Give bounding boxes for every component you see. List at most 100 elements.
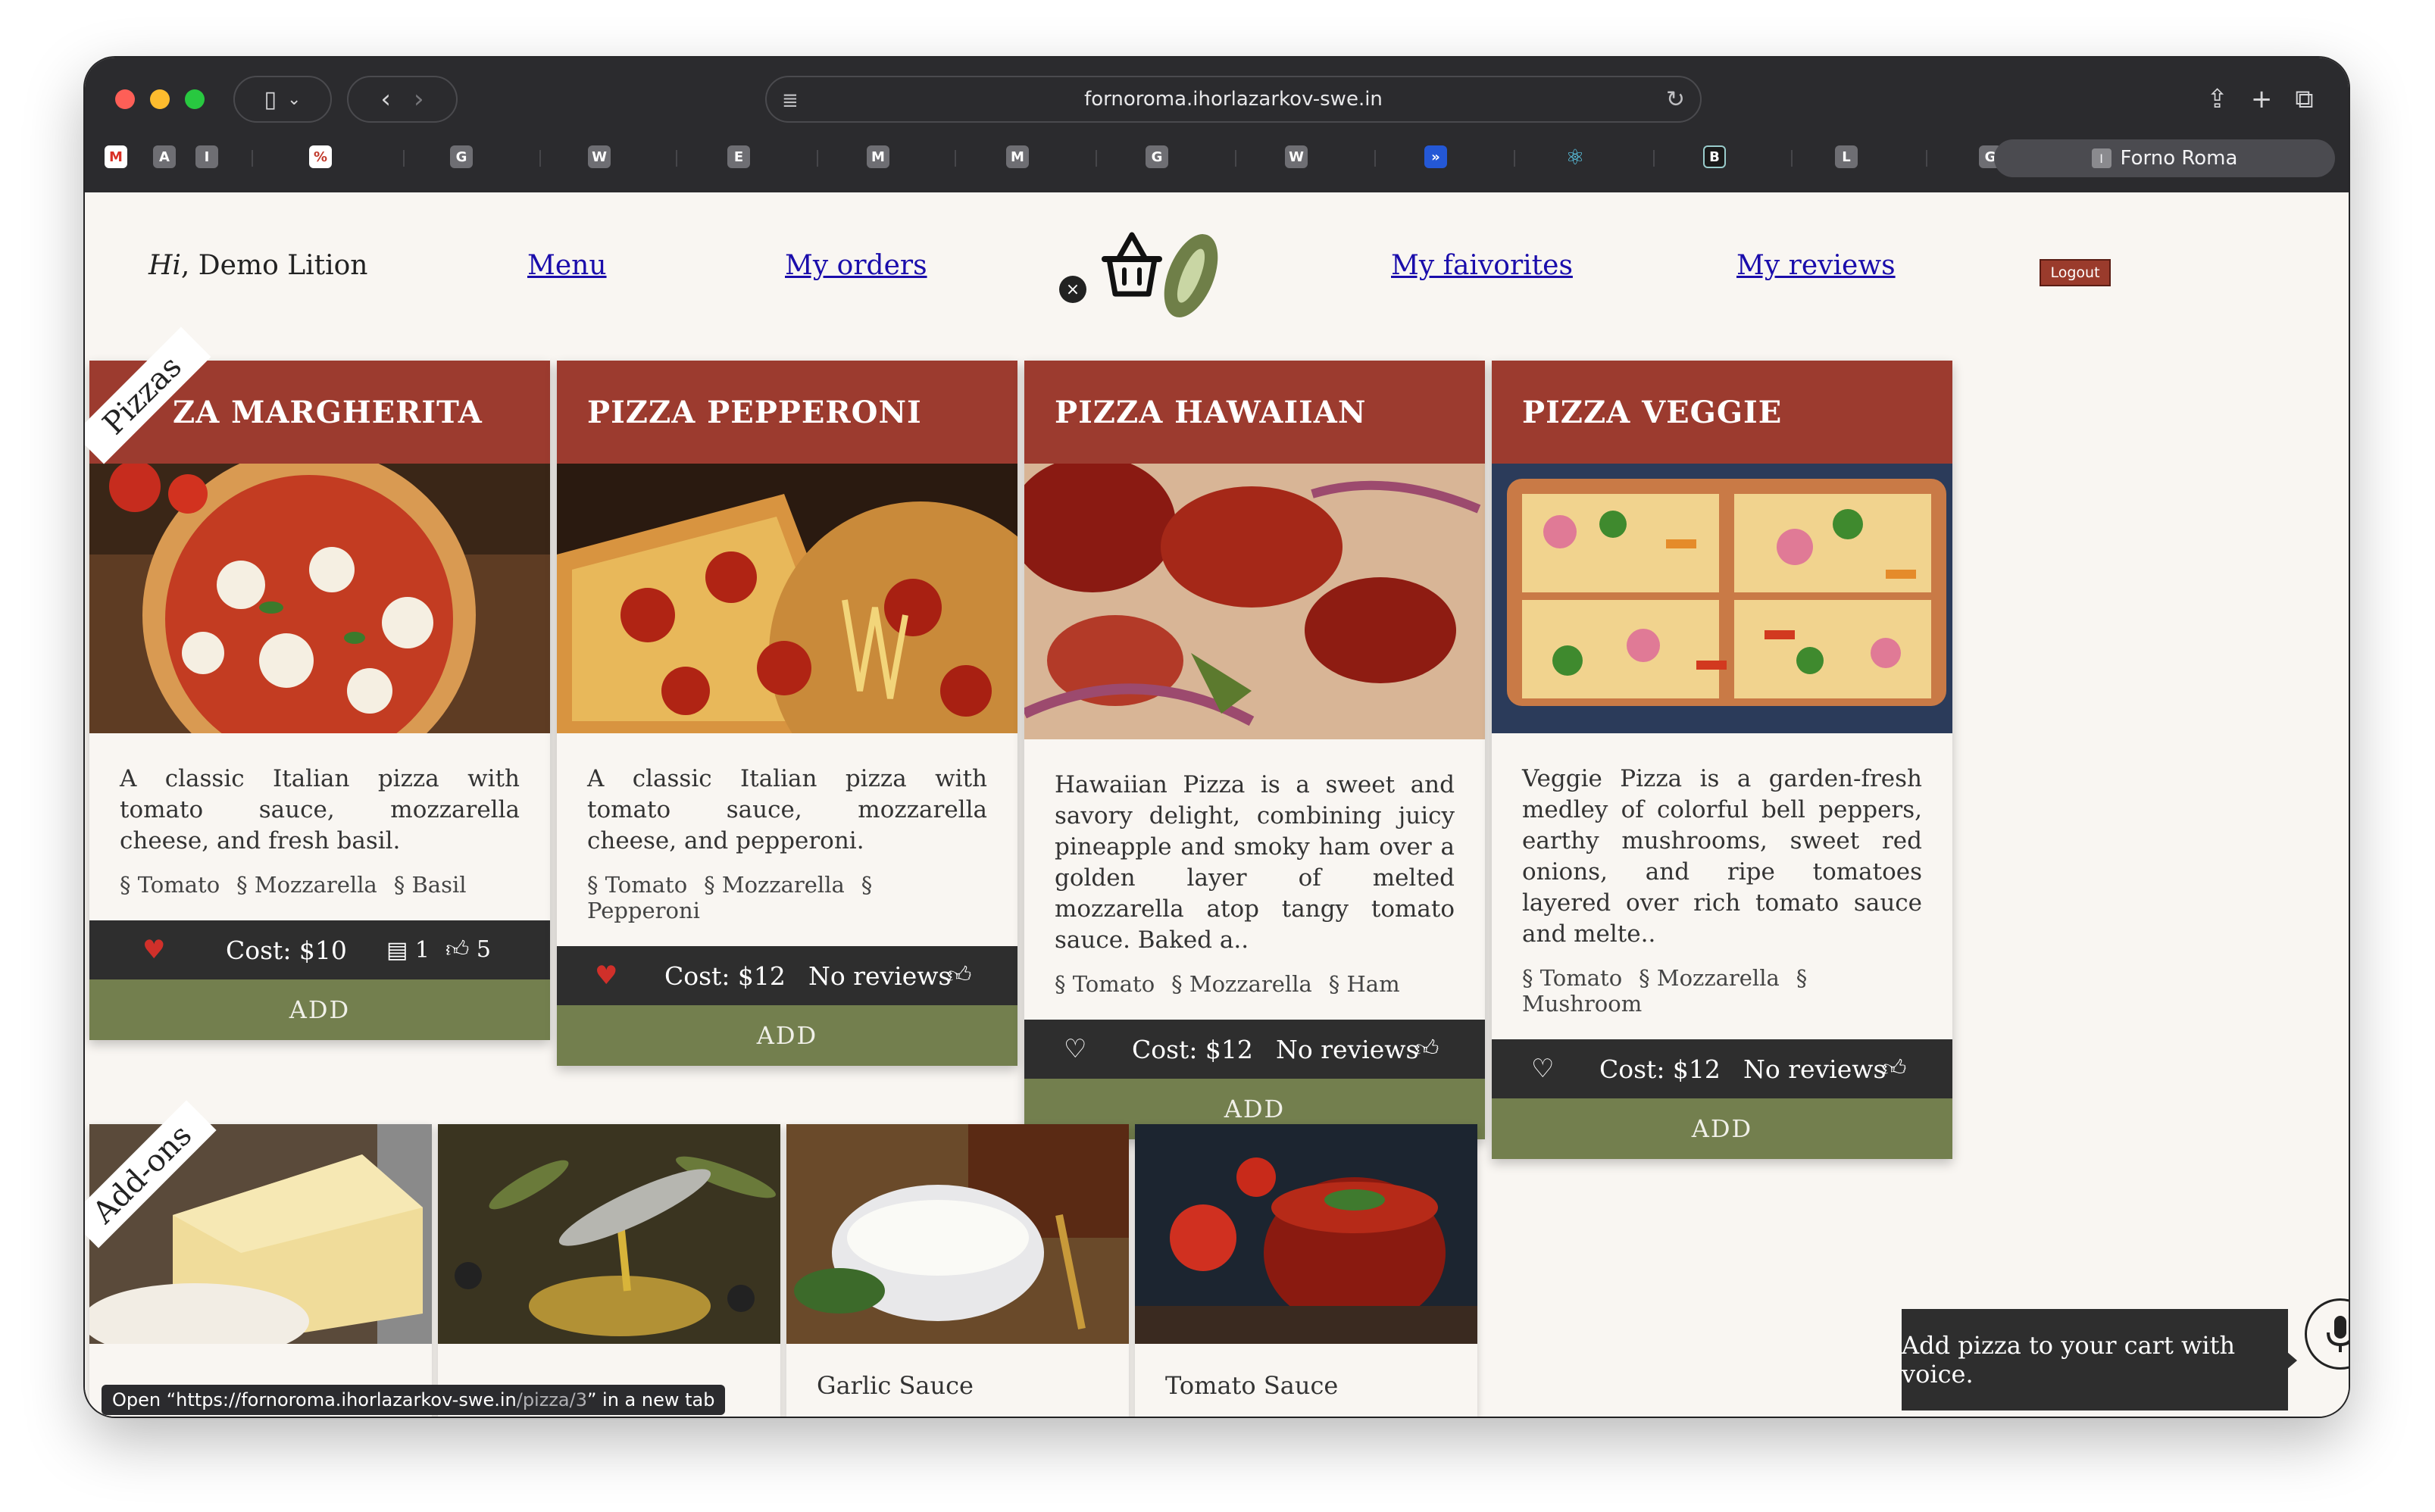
ingredient-tag: § Tomato [1522,965,1623,991]
pizza-footer: ♡ Cost: $12 No reviews 👍︎ [1492,1039,1952,1098]
divider [1791,150,1793,167]
addon-card[interactable]: Tomato Sauce [1135,1124,1477,1417]
reviews-status: No reviews [808,961,952,991]
divider [955,150,956,167]
ingredient-tag: § Mozzarella [236,872,377,898]
microphone-icon [2327,1316,2349,1352]
heart-outline-icon[interactable]: ♡ [1531,1054,1554,1084]
reviews-status: No reviews [1276,1034,1419,1064]
ingredient-tag: § Tomato [587,872,688,898]
favorite-tab[interactable]: G [450,145,473,168]
ingredient-tag: § Mozzarella [704,872,845,898]
divider [676,150,677,167]
sidebar-toggle-button[interactable]: ▯ ⌄ [233,76,332,123]
reviews-link[interactable]: ▤ 1 [386,937,430,964]
voice-input-button[interactable] [2305,1298,2349,1370]
new-tab-icon[interactable]: + [2251,84,2273,114]
favorite-tab[interactable]: I [195,145,218,168]
divider [539,150,541,167]
tab-overview-icon[interactable]: ⧉ [2295,84,2313,114]
divider [1926,150,1927,167]
favorite-tab[interactable]: E [727,145,750,168]
favorite-react[interactable]: ⚛ [1564,145,1586,170]
thumbs-up-icon[interactable]: 👍︎ [1883,1055,1906,1082]
sidebar-icon: ▯ [264,86,277,113]
divider [252,150,253,167]
link-status-bar: Open “https://fornoroma.ihorlazarkov-swe… [102,1385,726,1415]
pizza-image [1492,464,1952,733]
nav-menu-link[interactable]: Menu [527,250,607,281]
favorite-gmail[interactable]: M [105,145,127,168]
status-url-path: /pizza/3 [516,1389,587,1410]
tooltip-arrow [2287,1351,2297,1370]
pizza-card[interactable]: PIZZA VEGGIE Veggie Pizza is a garden-fr… [1492,361,1952,1159]
greeting: Hi, Demo Lition [148,250,368,281]
reviews-count: 1 [414,936,430,964]
pizza-cost: Cost: $12 [664,961,786,991]
add-to-cart-button[interactable]: ADD [89,979,550,1040]
pizza-card[interactable]: PIZZA PEPPERONI A classic Italian pizza … [557,361,1017,1066]
pizza-image [1024,464,1485,739]
favorite-tab[interactable]: B [1703,145,1726,168]
favorite-tab[interactable]: A [153,145,176,168]
pizza-card[interactable]: ZA MARGHERITA A classic Italian pizza wi… [89,361,550,1040]
add-to-cart-button[interactable]: ADD [557,1005,1017,1066]
logout-button[interactable]: Logout [2040,259,2111,286]
add-to-cart-button[interactable]: ADD [1492,1098,1952,1159]
favorite-tab[interactable]: G [1146,145,1168,168]
ingredient-tag: § Mozzarella [1171,971,1312,997]
share-icon[interactable]: ⇪ [2206,84,2228,114]
forward-button[interactable]: › [414,84,424,114]
pizza-title: PIZZA PEPPERONI [557,361,1017,464]
divider [817,150,818,167]
heart-icon[interactable]: ♥ [595,961,617,991]
pizza-cost: Cost: $12 [1599,1054,1721,1084]
nav-favorites-link[interactable]: My faivorites [1391,250,1573,281]
favorite-tab[interactable]: W [588,145,611,168]
web-page: Hi, Demo Lition Menu My orders My faivor… [85,192,2349,1417]
addon-card[interactable] [438,1124,780,1417]
heart-outline-icon[interactable]: ♡ [1064,1034,1086,1064]
cart-button[interactable] [1094,229,1238,330]
pizza-card[interactable]: PIZZA HAWAIIAN Hawaiian Pizza is a sweet… [1024,361,1485,1139]
reload-icon[interactable]: ↻ [1666,86,1685,113]
clear-cart-button[interactable]: × [1059,276,1086,303]
browser-toolbar: ▯ ⌄ ‹ › ≣ fornoroma.ihorlazarkov-swe.in … [85,58,2349,192]
favorite-tab[interactable]: L [1835,145,1858,168]
divider [1653,150,1655,167]
pizza-ingredients: § Tomato § Mozzarella § Basil [89,857,550,898]
favorite-tab[interactable]: W [1285,145,1308,168]
addon-name: Tomato Sauce [1165,1371,1339,1400]
favorite-tab[interactable]: M [867,145,889,168]
favorite-tab[interactable]: % [309,145,332,168]
thumbs-up-icon[interactable]: 👍︎ [1415,1036,1439,1063]
comment-icon: ▤ [386,936,408,964]
nav-orders-link[interactable]: My orders [785,250,927,281]
pizza-title: PIZZA VEGGIE [1492,361,1952,464]
tab-forno-roma[interactable]: I Forno Roma [1994,139,2335,177]
addon-image [786,1124,1129,1344]
pizza-image [89,464,550,733]
pizza-cost: Cost: $12 [1132,1034,1253,1064]
close-window-button[interactable] [115,89,135,109]
addon-name: Garlic Sauce [817,1371,974,1400]
like-button[interactable]: 👍︎ 5 [445,936,491,964]
ingredient-tag: § Tomato [1055,971,1155,997]
reviews-status: No reviews [1743,1054,1886,1084]
likes-count: 5 [476,936,491,963]
pizza-description: A classic Italian pizza with tomato sauc… [120,765,520,854]
addon-card[interactable]: Garlic Sauce [786,1124,1129,1417]
favorite-tab[interactable]: M [1006,145,1029,168]
heart-icon[interactable]: ♥ [142,935,165,965]
page-menu-icon[interactable]: ≣ [782,89,799,112]
thumbs-up-icon: 👍︎ [445,936,470,963]
nav-reviews-link[interactable]: My reviews [1736,250,1896,281]
chevron-down-icon: ⌄ [287,89,302,109]
favorite-tab[interactable]: » [1424,145,1447,168]
pizza-description: Veggie Pizza is a garden-fresh medley of… [1522,765,1922,948]
thumbs-up-icon[interactable]: 👍︎ [948,962,971,989]
address-bar[interactable]: ≣ fornoroma.ihorlazarkov-swe.in ↻ [765,76,1702,123]
minimize-window-button[interactable] [150,89,170,109]
zoom-window-button[interactable] [185,89,205,109]
back-button[interactable]: ‹ [380,84,391,114]
